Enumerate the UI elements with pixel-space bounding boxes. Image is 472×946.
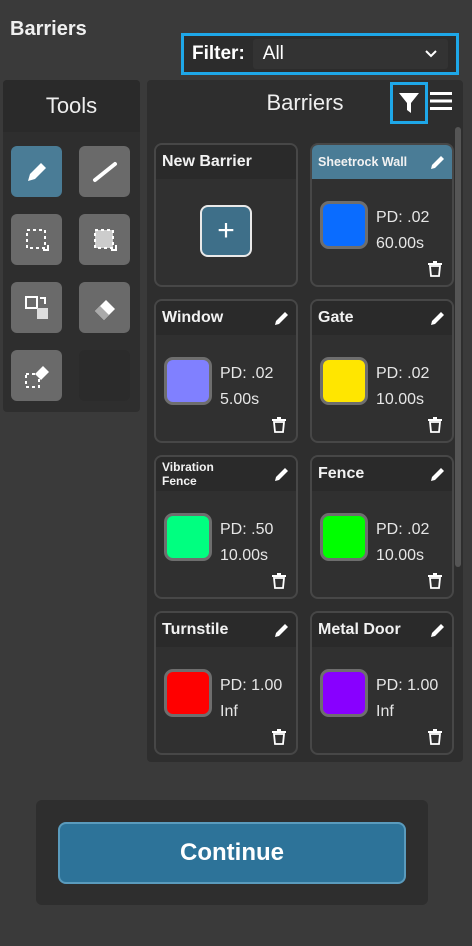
barrier-card-gate[interactable]: Gate PD: .02 10.00s — [310, 299, 454, 443]
barrier-color-swatch[interactable] — [164, 513, 212, 561]
barrier-color-swatch[interactable] — [320, 201, 368, 249]
filter-bar: Filter: All — [181, 33, 459, 75]
barrier-time: 10.00s — [220, 547, 269, 564]
card-title: Sheetrock Wall — [312, 145, 452, 179]
trash-icon[interactable] — [428, 573, 442, 589]
trash-icon[interactable] — [272, 573, 286, 589]
new-barrier-card[interactable]: New Barrier + — [154, 143, 298, 287]
barrier-pd: PD: 1.00 — [376, 677, 439, 694]
barrier-name: Sheetrock Wall — [318, 155, 408, 169]
footer-panel: Continue — [36, 800, 428, 905]
barrier-color-swatch[interactable] — [320, 669, 368, 717]
trash-icon[interactable] — [428, 729, 442, 745]
trash-icon[interactable] — [272, 729, 286, 745]
pencil-icon[interactable] — [430, 154, 446, 170]
barrier-card-metal-door[interactable]: Metal Door PD: 1.00 Inf — [310, 611, 454, 755]
barrier-card-sheetrock-wall[interactable]: Sheetrock Wall PD: .02 60.00s — [310, 143, 454, 287]
barrier-name: Fence — [318, 465, 365, 482]
barrier-card-vibration-fence[interactable]: Vibration Fence PD: .50 10.00s — [154, 455, 298, 599]
filled-rectangle-icon — [93, 228, 117, 251]
barrier-name-line1: Vibration — [162, 460, 214, 474]
add-barrier-button[interactable]: + — [200, 205, 252, 257]
filter-label: Filter: — [192, 43, 245, 64]
barrier-info: PD: 1.00 Inf — [376, 673, 438, 725]
pencil-icon[interactable] — [430, 466, 446, 482]
filter-toggle-button[interactable] — [390, 82, 428, 124]
barrier-info: PD: .02 10.00s — [376, 361, 429, 413]
pencil-icon[interactable] — [274, 310, 290, 326]
tools-title: Tools — [3, 80, 140, 132]
line-tool-button[interactable] — [79, 146, 130, 197]
barriers-panel-header: Barriers — [147, 80, 463, 126]
barrier-pd: PD: .02 — [376, 209, 430, 226]
pencil-icon[interactable] — [430, 310, 446, 326]
funnel-icon — [399, 93, 419, 113]
tools-panel: Tools — [3, 80, 140, 412]
barrier-time: 10.00s — [376, 391, 425, 408]
trash-icon[interactable] — [272, 417, 286, 433]
pencil-icon[interactable] — [274, 466, 290, 482]
menu-icon[interactable] — [430, 91, 452, 111]
replace-icon — [24, 295, 48, 319]
barriers-panel-title: Barriers — [266, 90, 344, 115]
barrier-info: PD: .50 10.00s — [220, 517, 273, 569]
barrier-time: 5.00s — [220, 391, 260, 408]
barrier-time: Inf — [220, 703, 238, 720]
card-title: Turnstile — [156, 613, 296, 647]
pencil-icon[interactable] — [274, 622, 290, 638]
barrier-name: Gate — [318, 309, 354, 326]
card-title: Window — [156, 301, 296, 335]
barrier-color-swatch[interactable] — [164, 669, 212, 717]
barrier-color-swatch[interactable] — [164, 357, 212, 405]
eraser-icon — [94, 299, 115, 320]
empty-tool-slot — [79, 350, 130, 401]
continue-button[interactable]: Continue — [58, 822, 406, 884]
barrier-pd: PD: .02 — [220, 365, 274, 382]
barrier-info: PD: .02 60.00s — [376, 205, 429, 257]
barrier-time: Inf — [376, 703, 394, 720]
card-title: Gate — [312, 301, 452, 335]
barrier-time: 60.00s — [376, 235, 425, 252]
barrier-pd: PD: .50 — [220, 521, 274, 538]
chevron-down-icon — [425, 50, 437, 58]
card-title: New Barrier — [156, 145, 296, 179]
barrier-color-swatch[interactable] — [320, 513, 368, 561]
barrier-pd: PD: 1.00 — [220, 677, 283, 694]
barrier-info: PD: .02 10.00s — [376, 517, 429, 569]
barrier-pd: PD: .02 — [376, 521, 430, 538]
barrier-card-fence[interactable]: Fence PD: .02 10.00s — [310, 455, 454, 599]
rectangle-select-tool-button[interactable] — [11, 214, 62, 265]
area-eraser-icon — [24, 365, 49, 388]
barrier-name-line2: Fence — [162, 474, 197, 488]
barrier-name: Window — [162, 309, 224, 326]
filter-dropdown[interactable]: All — [252, 39, 448, 69]
eraser-tool-button[interactable] — [79, 282, 130, 333]
window-title: Barriers — [10, 18, 87, 40]
dashed-rectangle-icon — [25, 228, 49, 251]
barrier-time: 10.00s — [376, 547, 425, 564]
rectangle-fill-tool-button[interactable] — [79, 214, 130, 265]
barrier-info: PD: .02 5.00s — [220, 361, 273, 413]
barrier-card-turnstile[interactable]: Turnstile PD: 1.00 Inf — [154, 611, 298, 755]
pencil-icon — [27, 162, 46, 181]
card-title: Vibration Fence — [156, 457, 296, 491]
barrier-pd: PD: .02 — [376, 365, 430, 382]
pencil-tool-button[interactable] — [11, 146, 62, 197]
line-icon — [92, 161, 117, 182]
pencil-icon[interactable] — [430, 622, 446, 638]
barriers-scrollbar[interactable] — [455, 127, 461, 567]
trash-icon[interactable] — [428, 417, 442, 433]
barrier-name: Turnstile — [162, 621, 229, 638]
replace-tool-button[interactable] — [11, 282, 62, 333]
card-title: Metal Door — [312, 613, 452, 647]
trash-icon[interactable] — [428, 261, 442, 277]
barrier-color-swatch[interactable] — [320, 357, 368, 405]
barrier-info: PD: 1.00 Inf — [220, 673, 282, 725]
barrier-card-window[interactable]: Window PD: .02 5.00s — [154, 299, 298, 443]
card-title: Fence — [312, 457, 452, 491]
filter-value: All — [262, 43, 284, 64]
area-erase-tool-button[interactable] — [11, 350, 62, 401]
barrier-name: Metal Door — [318, 621, 401, 638]
